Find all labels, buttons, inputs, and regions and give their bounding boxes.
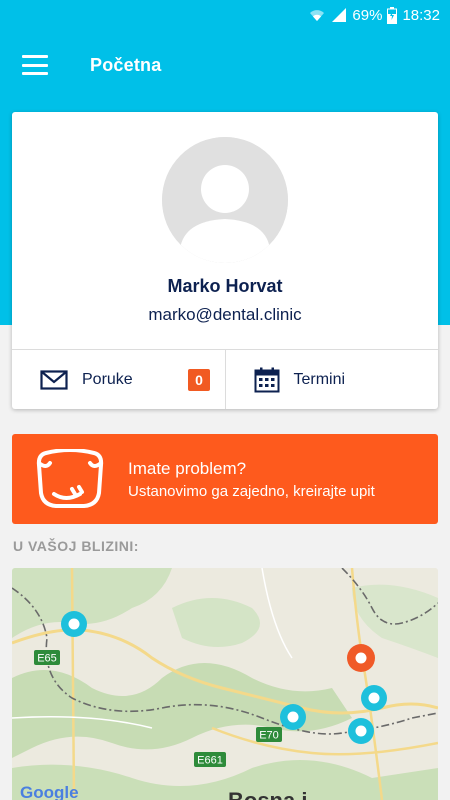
place-label: Bosna i: [228, 788, 307, 800]
app-bar: Početna: [0, 30, 450, 100]
nearby-section-heading: U VAŠOJ BLIZINI:: [13, 538, 139, 554]
nearby-map[interactable]: E65 E70 E661 Bosna i Google: [12, 568, 438, 800]
clinic-marker[interactable]: [361, 685, 387, 711]
create-inquiry-banner[interactable]: Imate problem? Ustanovimo ga zajedno, kr…: [12, 434, 438, 524]
clinic-marker[interactable]: [348, 718, 374, 744]
profile-card: Marko Horvat marko@dental.clinic Poruke …: [12, 112, 438, 409]
profile-email: marko@dental.clinic: [148, 305, 302, 324]
profile-name: Marko Horvat: [167, 276, 283, 296]
signal-icon: [331, 7, 347, 23]
clock: 18:32: [402, 6, 440, 24]
appointments-label: Termini: [293, 370, 346, 388]
default-avatar-icon[interactable]: [162, 137, 288, 263]
road-label: E661: [197, 755, 223, 767]
appointments-button[interactable]: Termini: [224, 350, 439, 409]
banner-subtitle: Ustanovimo ga zajedno, kreirajte upit: [128, 482, 375, 500]
hamburger-menu-icon[interactable]: [22, 55, 48, 75]
clinic-marker[interactable]: [280, 704, 306, 730]
clinic-marker[interactable]: [61, 611, 87, 637]
wifi-icon: [308, 7, 326, 23]
messages-label: Poruke: [82, 370, 133, 388]
clinic-marker-selected[interactable]: [347, 644, 375, 672]
calendar-icon: [254, 367, 280, 393]
banner-title: Imate problem?: [128, 458, 247, 478]
messages-count-badge: 0: [188, 369, 210, 391]
google-logo: Google: [20, 783, 79, 800]
messages-button[interactable]: Poruke 0: [12, 350, 225, 409]
tooth-icon: [36, 448, 104, 509]
status-bar: 69% 18:32: [0, 0, 450, 30]
page-title: Početna: [90, 54, 162, 75]
battery-icon: [387, 6, 398, 24]
road-label: E70: [259, 730, 279, 742]
mail-icon: [40, 369, 68, 390]
road-label: E65: [37, 653, 57, 665]
profile-actions: Poruke 0 Termini: [12, 350, 438, 409]
battery-percent: 69%: [352, 6, 383, 24]
